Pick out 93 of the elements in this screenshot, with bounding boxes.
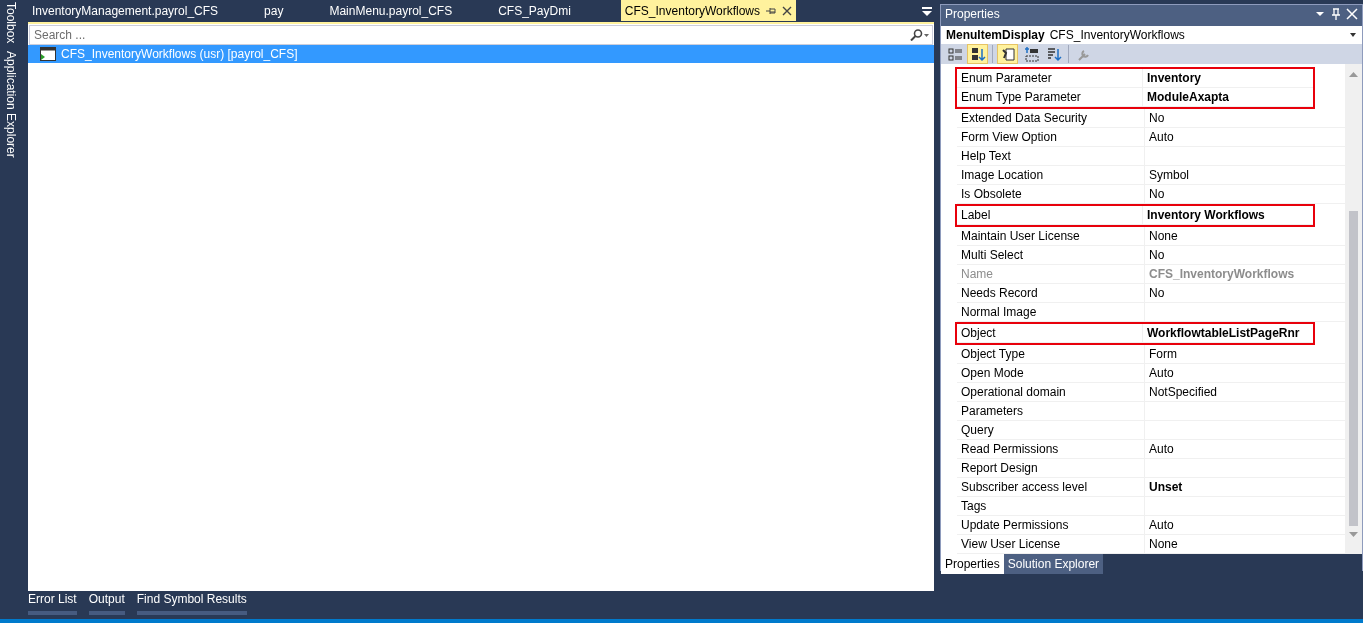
search-field[interactable]: Search ... (29, 25, 933, 45)
property-value[interactable]: Auto (1149, 364, 1174, 382)
side-tab[interactable]: Toolbox (2, 2, 20, 44)
property-name[interactable]: Parameters (957, 402, 1145, 420)
property-value[interactable]: None (1149, 535, 1178, 553)
property-row[interactable]: Extended Data Security No (957, 109, 1345, 128)
property-name[interactable]: Form View Option (957, 128, 1145, 146)
property-row[interactable]: Open Mode Auto (957, 364, 1345, 383)
property-row[interactable]: Label Inventory Workflows (957, 206, 1313, 225)
property-name[interactable]: Is Obsolete (957, 185, 1145, 203)
property-name[interactable]: Tags (957, 497, 1145, 515)
search-icon[interactable] (909, 29, 929, 41)
bottom-tab[interactable]: Error List (28, 590, 77, 615)
property-value[interactable]: NotSpecified (1149, 383, 1218, 401)
property-value[interactable]: Auto (1149, 516, 1174, 534)
scrollbar[interactable] (1345, 64, 1362, 554)
panel-tab[interactable]: Properties (941, 554, 1004, 574)
property-name[interactable]: Operational domain (957, 383, 1145, 401)
property-value[interactable]: ModuleAxapta (1147, 88, 1229, 106)
property-name[interactable]: Object (957, 324, 1143, 342)
side-tab[interactable]: Application Explorer (2, 51, 20, 159)
menu-item-icon (40, 47, 56, 61)
property-name[interactable]: Normal Image (957, 303, 1145, 321)
property-name[interactable]: Open Mode (957, 364, 1145, 382)
dropdown-icon[interactable] (1314, 9, 1326, 19)
property-row[interactable]: Needs Record No (957, 284, 1345, 303)
close-icon[interactable] (782, 5, 792, 16)
property-row[interactable]: Multi Select No (957, 246, 1345, 265)
property-name[interactable]: Object Type (957, 345, 1145, 363)
property-name[interactable]: Subscriber access level (957, 478, 1145, 496)
dropdown-icon[interactable] (1349, 32, 1357, 38)
bottom-tab[interactable]: Output (88, 590, 125, 615)
property-value[interactable]: Symbol (1149, 166, 1189, 184)
property-name[interactable]: View User License (957, 535, 1145, 553)
property-row[interactable]: Update Permissions Auto (957, 516, 1345, 535)
property-value[interactable]: Auto (1149, 128, 1174, 146)
document-tab[interactable]: pay (260, 0, 288, 21)
document-tab[interactable]: CFS_PayDmi (494, 0, 575, 21)
property-name[interactable]: Needs Record (957, 284, 1145, 302)
property-value[interactable]: No (1149, 284, 1165, 302)
property-name[interactable]: Maintain User License (957, 227, 1145, 245)
property-row[interactable]: Is Obsolete No (957, 185, 1345, 204)
property-value[interactable]: WorkflowtableListPageRnr (1147, 324, 1300, 342)
property-value[interactable]: No (1149, 185, 1165, 203)
property-row[interactable]: Maintain User License None (957, 227, 1345, 246)
property-value[interactable]: None (1149, 227, 1178, 245)
property-name[interactable]: Label (957, 206, 1143, 224)
property-name[interactable]: Report Design (957, 459, 1145, 477)
property-row[interactable]: Form View Option Auto (957, 128, 1345, 147)
property-name[interactable]: Query (957, 421, 1145, 439)
property-name[interactable]: Extended Data Security (957, 109, 1145, 127)
property-row[interactable]: Parameters (957, 402, 1345, 421)
property-value[interactable]: Inventory (1147, 69, 1201, 87)
property-row[interactable]: Object WorkflowtableListPageRnr (957, 324, 1313, 343)
property-name[interactable]: Enum Type Parameter (957, 88, 1143, 106)
bottom-tab[interactable]: Find Symbol Results (136, 590, 247, 615)
property-name[interactable]: Multi Select (957, 246, 1145, 264)
property-name[interactable]: Help Text (957, 147, 1145, 165)
property-value[interactable]: No (1149, 109, 1165, 127)
property-row[interactable]: Query (957, 421, 1345, 440)
pin-icon[interactable] (766, 5, 776, 16)
object-type: MenuItemDisplay (946, 27, 1045, 44)
property-row[interactable]: Report Design (957, 459, 1345, 478)
property-row[interactable]: Operational domain NotSpecified (957, 383, 1345, 402)
pin-icon[interactable] (1330, 8, 1342, 20)
property-row[interactable]: Name CFS_InventoryWorkflows (957, 265, 1345, 284)
property-name[interactable]: Image Location (957, 166, 1145, 184)
property-value[interactable]: Form (1149, 345, 1177, 363)
property-name[interactable]: Update Permissions (957, 516, 1145, 534)
scroll-thumb[interactable] (1349, 211, 1358, 526)
property-row[interactable]: Object Type Form (957, 345, 1345, 364)
document-tab[interactable]: CFS_InventoryWorkflows (620, 0, 796, 21)
property-row[interactable]: Read Permissions Auto (957, 440, 1345, 459)
document-tab[interactable]: InventoryManagement.payrol_CFS (28, 0, 223, 21)
property-row[interactable]: Image Location Symbol (957, 166, 1345, 185)
document-tab[interactable]: MainMenu.payrol_CFS (325, 0, 457, 21)
property-value[interactable]: Auto (1149, 440, 1174, 458)
panel-tab[interactable]: Solution Explorer (1003, 554, 1104, 574)
dropdown-icon[interactable] (922, 7, 932, 16)
panel-title: Properties (945, 6, 1001, 23)
property-row[interactable]: Enum Type Parameter ModuleAxapta (957, 88, 1313, 107)
property-value[interactable]: Unset (1149, 478, 1183, 496)
property-name[interactable]: Enum Parameter (957, 69, 1143, 87)
property-name[interactable]: Name (957, 265, 1145, 283)
property-value[interactable]: Inventory Workflows (1147, 206, 1265, 224)
property-name[interactable]: Read Permissions (957, 440, 1145, 458)
object-name: CFS_InventoryWorkflows (1049, 27, 1186, 44)
property-row[interactable]: Enum Parameter Inventory (957, 69, 1313, 88)
property-row[interactable]: Subscriber access level Unset (957, 478, 1345, 497)
property-row[interactable]: Help Text (957, 147, 1345, 166)
property-row[interactable]: Tags (957, 497, 1345, 516)
property-row[interactable]: Normal Image (957, 303, 1345, 322)
property-value[interactable]: No (1149, 246, 1165, 264)
